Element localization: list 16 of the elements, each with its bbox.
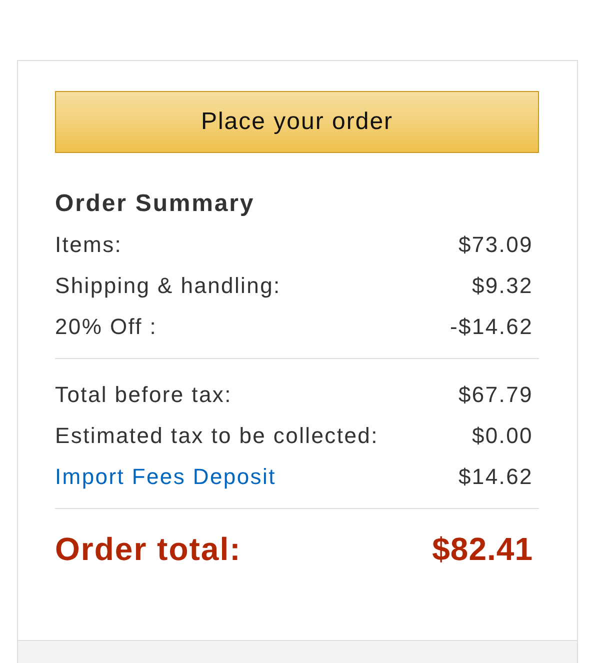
summary-label: Total before tax: (55, 382, 232, 408)
summary-label: Shipping & handling: (55, 272, 281, 298)
order-total-label: Order total: (55, 530, 242, 568)
summary-heading: Order Summary (55, 189, 256, 219)
fees-link[interactable]: Import Fees Deposit (55, 464, 276, 490)
summary-label: Items: (55, 232, 122, 258)
summary-amount: $0.00 (472, 422, 533, 448)
place-order-button[interactable]: Place your order (55, 91, 539, 153)
summary-amount: -$14.62 (450, 314, 533, 340)
summary-amount: $14.62 (458, 464, 533, 490)
summary-amount: $67.79 (458, 382, 533, 408)
order-total-amount: $82.41 (432, 530, 533, 568)
summary-label: Estimated tax to be collected: (55, 422, 378, 448)
summary-amount: $9.32 (472, 272, 533, 298)
summary-label: 20% Off : (55, 314, 158, 340)
summary-amount: $73.09 (458, 232, 533, 258)
